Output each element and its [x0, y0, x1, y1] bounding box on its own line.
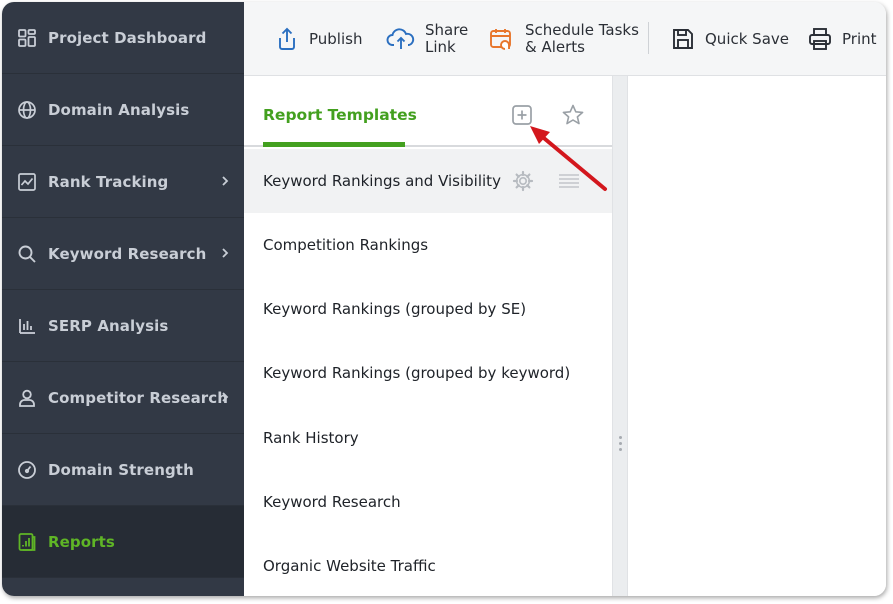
sidebar: Project Dashboard Domain Analysis Rank T… [2, 2, 244, 596]
template-row[interactable]: Keyword Research [244, 470, 612, 534]
publish-label: Publish [309, 30, 363, 48]
template-row[interactable]: Competition Rankings [244, 213, 612, 277]
template-name: Keyword Rankings (grouped by keyword) [263, 364, 571, 382]
star-icon[interactable] [561, 103, 585, 127]
template-name: Rank History [263, 429, 359, 447]
template-row[interactable]: Organic Website Traffic [244, 534, 612, 596]
sidebar-item-competitor-research[interactable]: Competitor Research [2, 362, 244, 434]
splitter-grip-dot [619, 442, 622, 445]
report-icon [16, 531, 38, 553]
print-label: Print [842, 30, 877, 48]
template-name: Keyword Rankings and Visibility [263, 172, 501, 190]
calendar-bell-icon [490, 29, 511, 50]
dashboard-grid-icon [16, 27, 38, 49]
line-chart-icon [16, 171, 38, 193]
splitter-grip-dot [619, 436, 622, 439]
active-tab-indicator [263, 142, 405, 147]
quick-save-label: Quick Save [705, 30, 790, 48]
sidebar-item-label: Project Dashboard [48, 28, 207, 47]
globe-icon [16, 99, 38, 121]
sidebar-item-label: Competitor Research [48, 388, 229, 407]
drag-handle-icon[interactable] [558, 172, 580, 190]
template-name: Keyword Rankings (grouped by SE) [263, 300, 527, 318]
sidebar-item-label: Domain Analysis [48, 100, 190, 119]
share-label-line2: Link [425, 38, 456, 56]
save-icon [673, 29, 693, 49]
toolbar: Publish Share Link Schedule Tasks & Aler… [244, 2, 886, 76]
sidebar-item-project-dashboard[interactable]: Project Dashboard [2, 2, 244, 74]
printer-icon [809, 28, 831, 50]
sidebar-item-label: Rank Tracking [48, 172, 169, 191]
template-name: Organic Website Traffic [263, 557, 436, 575]
sidebar-item-serp-analysis[interactable]: SERP Analysis [2, 290, 244, 362]
chevron-right-icon [222, 392, 229, 402]
print-button[interactable]: Print [807, 2, 877, 76]
share-link-button[interactable]: Share Link [386, 2, 468, 76]
publish-button[interactable]: Publish [274, 2, 362, 76]
toolbar-divider [648, 22, 649, 54]
report-preview-area [628, 76, 886, 596]
sidebar-item-domain-analysis[interactable]: Domain Analysis [2, 74, 244, 146]
schedule-label-line2: & Alerts [525, 38, 585, 56]
gauge-icon [16, 459, 38, 481]
schedule-tasks-button[interactable]: Schedule Tasks & Alerts [488, 2, 639, 76]
cloud-upload-icon [386, 28, 415, 49]
add-template-icon[interactable] [511, 104, 533, 126]
sidebar-item-label: Reports [48, 532, 115, 551]
chevron-right-icon [222, 176, 229, 186]
panel-splitter[interactable] [612, 76, 628, 596]
template-row[interactable]: Rank History [244, 406, 612, 470]
quick-save-button[interactable]: Quick Save [670, 2, 789, 76]
sidebar-item-domain-strength[interactable]: Domain Strength [2, 434, 244, 506]
user-icon [16, 387, 38, 409]
schedule-label-line1: Schedule Tasks [525, 21, 639, 39]
sidebar-item-label: Domain Strength [48, 460, 194, 479]
gear-icon[interactable] [512, 170, 534, 192]
template-row[interactable]: Keyword Rankings (grouped by keyword) [244, 341, 612, 405]
template-row[interactable]: Keyword Rankings (grouped by SE) [244, 277, 612, 341]
sidebar-item-label: SERP Analysis [48, 316, 169, 335]
template-name: Competition Rankings [263, 236, 429, 254]
app-window: Project Dashboard Domain Analysis Rank T… [2, 2, 886, 596]
tab-report-templates[interactable]: Report Templates [263, 106, 417, 124]
sidebar-item-reports[interactable]: Reports [2, 506, 244, 578]
sidebar-item-keyword-research[interactable]: Keyword Research [2, 218, 244, 290]
share-label-line1: Share [425, 21, 469, 39]
template-name: Keyword Research [263, 493, 401, 511]
panel-header: Report Templates [244, 76, 612, 147]
search-icon [16, 243, 38, 265]
bar-chart-icon [16, 315, 38, 337]
template-row[interactable]: Keyword Rankings and Visibility [244, 149, 612, 213]
upload-icon [279, 27, 295, 50]
splitter-grip-dot [619, 448, 622, 451]
report-templates-panel: Report Templates Keyword Rankings and Vi… [244, 76, 612, 596]
sidebar-item-rank-tracking[interactable]: Rank Tracking [2, 146, 244, 218]
chevron-right-icon [222, 248, 229, 258]
sidebar-item-label: Keyword Research [48, 244, 207, 263]
